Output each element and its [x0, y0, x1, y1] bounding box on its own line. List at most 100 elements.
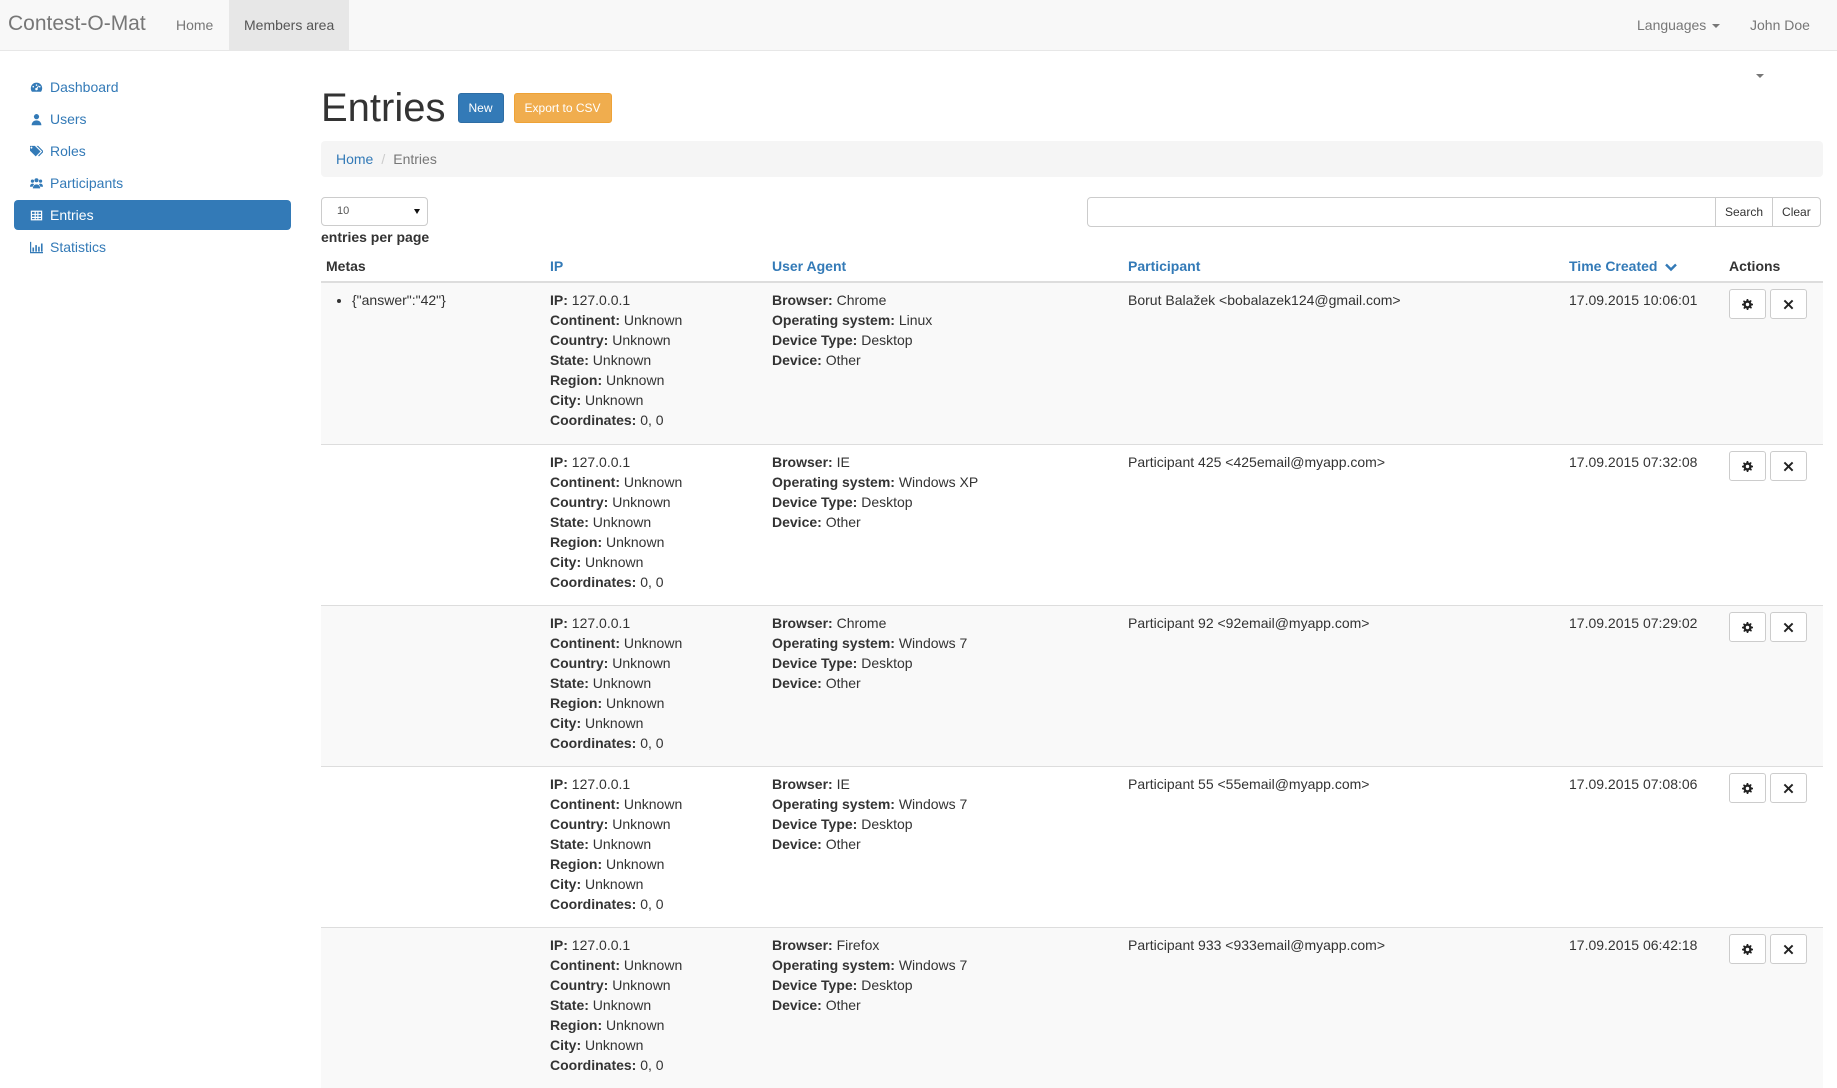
sidebar-item-participants[interactable]: Participants [14, 168, 291, 198]
languages-dropdown[interactable]: Languages [1622, 0, 1735, 50]
ip-cell: IP: 127.0.0.1 Continent: Unknown Country… [550, 290, 682, 430]
ip-line: IP: 127.0.0.1 [550, 935, 682, 955]
gear-icon [1742, 943, 1753, 955]
region-line: Region: Unknown [550, 370, 682, 390]
header-time-created-sort[interactable]: Time Created [1569, 258, 1678, 274]
brand-logo[interactable]: Contest-O-Mat [8, 12, 146, 36]
continent-value: Unknown [623, 957, 683, 973]
field-label: City: [550, 554, 582, 570]
os-value: Windows 7 [898, 635, 968, 651]
ip-line: IP: 127.0.0.1 [550, 774, 682, 794]
field-label: Operating system: [772, 312, 895, 328]
delete-entry-button[interactable] [1770, 289, 1807, 319]
header-metas: Metas [326, 258, 366, 274]
user-menu-dropdown[interactable]: John Doe [1735, 0, 1837, 79]
device-type-line: Device Type: Desktop [772, 653, 967, 673]
header-participant-sort[interactable]: Participant [1128, 258, 1200, 274]
delete-entry-button[interactable] [1770, 934, 1807, 964]
sidebar-item-dashboard[interactable]: Dashboard [14, 72, 291, 102]
nav-home[interactable]: Home [161, 0, 228, 50]
field-label: Region: [550, 695, 603, 711]
ip-cell: IP: 127.0.0.1 Continent: Unknown Country… [550, 935, 682, 1075]
sidebar-item-label: Dashboard [50, 79, 119, 95]
entries-table: Metas IP User Agent Participant Time Cre… [321, 252, 1823, 1088]
country-value: Unknown [612, 816, 671, 832]
field-label: Coordinates: [550, 896, 637, 912]
time-created-cell: 17.09.2015 07:29:02 [1569, 615, 1698, 631]
country-value: Unknown [612, 332, 671, 348]
ip-value: 127.0.0.1 [571, 615, 631, 631]
field-label: Device: [772, 836, 822, 852]
edit-entry-button[interactable] [1729, 612, 1766, 642]
city-line: City: Unknown [550, 874, 682, 894]
device-line: Device: Other [772, 995, 967, 1015]
close-icon [1783, 622, 1794, 632]
close-icon [1783, 299, 1794, 309]
delete-entry-button[interactable] [1770, 612, 1807, 642]
browser-value: Chrome [836, 615, 887, 631]
continent-value: Unknown [623, 312, 683, 328]
new-entry-button[interactable]: New [457, 93, 504, 123]
sidebar-item-statistics[interactable]: Statistics [14, 232, 291, 262]
delete-entry-button[interactable] [1770, 451, 1807, 481]
header-ip-sort[interactable]: IP [550, 258, 563, 274]
state-value: Unknown [592, 675, 652, 691]
edit-entry-button[interactable] [1729, 451, 1766, 481]
breadcrumb: Home / Entries [321, 141, 1823, 177]
sidebar-item-users[interactable]: Users [14, 104, 291, 134]
edit-entry-button[interactable] [1729, 773, 1766, 803]
field-label: State: [550, 997, 589, 1013]
os-value: Windows XP [898, 474, 979, 490]
field-label: Country: [550, 816, 609, 832]
delete-entry-button[interactable] [1770, 773, 1807, 803]
city-value: Unknown [585, 392, 644, 408]
per-page-select[interactable]: 10 [321, 197, 428, 226]
breadcrumb-home[interactable]: Home [336, 151, 373, 167]
device-type-line: Device Type: Desktop [772, 492, 978, 512]
edit-entry-button[interactable] [1729, 289, 1766, 319]
search-input[interactable] [1087, 197, 1716, 227]
state-value: Unknown [592, 352, 652, 368]
dashboard-icon [30, 81, 43, 94]
ip-line: IP: 127.0.0.1 [550, 452, 682, 472]
continent-value: Unknown [623, 796, 683, 812]
device-value: Other [825, 997, 861, 1013]
coordinates-line: Coordinates: 0, 0 [550, 733, 682, 753]
metas-list: {"answer":"42"} [326, 290, 446, 310]
field-label: Coordinates: [550, 1057, 637, 1073]
ip-cell: IP: 127.0.0.1 Continent: Unknown Country… [550, 613, 682, 753]
clear-button[interactable]: Clear [1772, 197, 1821, 227]
field-label: Country: [550, 655, 609, 671]
state-value: Unknown [592, 997, 652, 1013]
field-label: Browser: [772, 776, 833, 792]
device-line: Device: Other [772, 512, 978, 532]
edit-entry-button[interactable] [1729, 934, 1766, 964]
header-user-agent-sort[interactable]: User Agent [772, 258, 846, 274]
search-button[interactable]: Search [1715, 197, 1774, 227]
field-label: Operating system: [772, 957, 895, 973]
device-type-value: Desktop [861, 816, 913, 832]
field-label: Browser: [772, 615, 833, 631]
ip-value: 127.0.0.1 [571, 292, 631, 308]
field-label: Device: [772, 352, 822, 368]
participant-cell: Participant 55 <55email@myapp.com> [1128, 776, 1370, 792]
sidebar-item-roles[interactable]: Roles [14, 136, 291, 166]
region-line: Region: Unknown [550, 854, 682, 874]
device-type-line: Device Type: Desktop [772, 975, 967, 995]
ip-line: IP: 127.0.0.1 [550, 613, 682, 633]
export-csv-button[interactable]: Export to CSV [513, 93, 612, 123]
region-line: Region: Unknown [550, 693, 682, 713]
state-value: Unknown [592, 514, 652, 530]
close-icon [1783, 461, 1794, 471]
region-line: Region: Unknown [550, 532, 682, 552]
users-icon [30, 177, 43, 190]
field-label: Device: [772, 675, 822, 691]
meta-item: {"answer":"42"} [352, 290, 446, 310]
table-body: {"answer":"42"} IP: 127.0.0.1 Continent:… [321, 283, 1823, 1088]
user-name: John Doe [1750, 17, 1810, 33]
sidebar-item-entries[interactable]: Entries [14, 200, 291, 230]
device-type-value: Desktop [861, 977, 913, 993]
os-line: Operating system: Windows XP [772, 472, 978, 492]
state-line: State: Unknown [550, 995, 682, 1015]
nav-members-area[interactable]: Members area [229, 0, 350, 50]
